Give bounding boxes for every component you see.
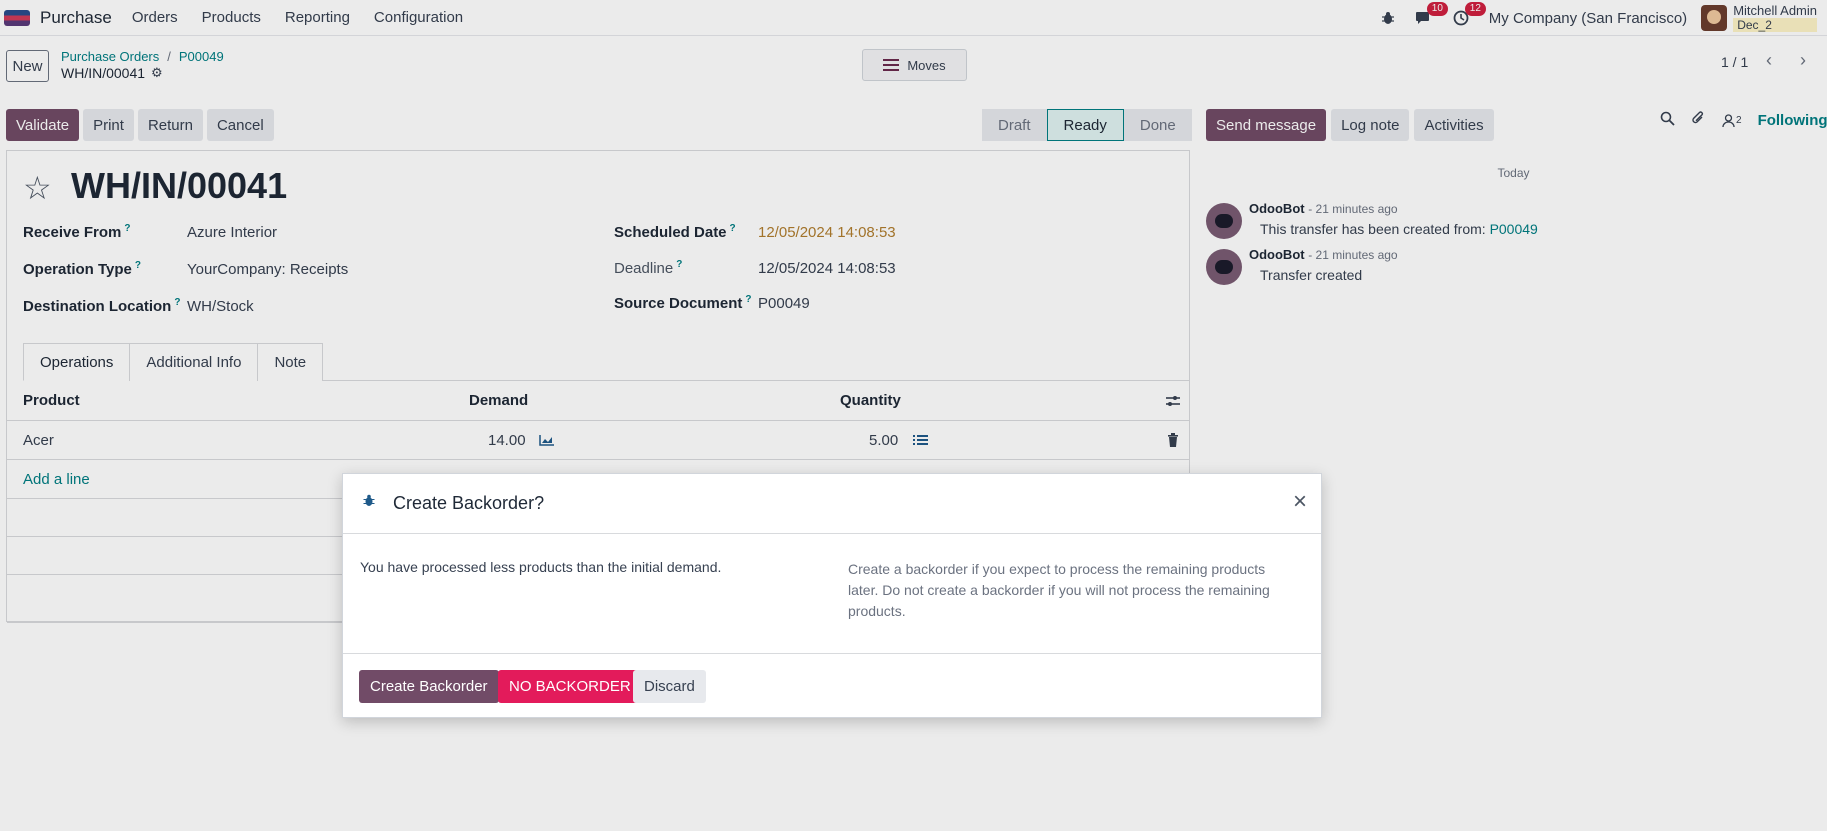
dialog-footer: Create Backorder NO BACKORDER Discard [343,654,1321,718]
dialog-help-text: Create a backorder if you expect to proc… [848,561,1270,619]
dialog-title: Create Backorder? [393,493,545,513]
create-backorder-dialog: Create Backorder? × You have processed l… [342,473,1322,718]
dialog-header: Create Backorder? × [343,474,1321,534]
create-backorder-button[interactable]: Create Backorder [359,670,499,703]
bug-icon [363,494,375,510]
no-backorder-button[interactable]: NO BACKORDER [498,670,642,703]
discard-button[interactable]: Discard [633,670,706,703]
dialog-body: You have processed less products than th… [343,534,1321,654]
close-icon[interactable]: × [1293,488,1307,516]
dialog-message: You have processed less products than th… [360,559,722,575]
